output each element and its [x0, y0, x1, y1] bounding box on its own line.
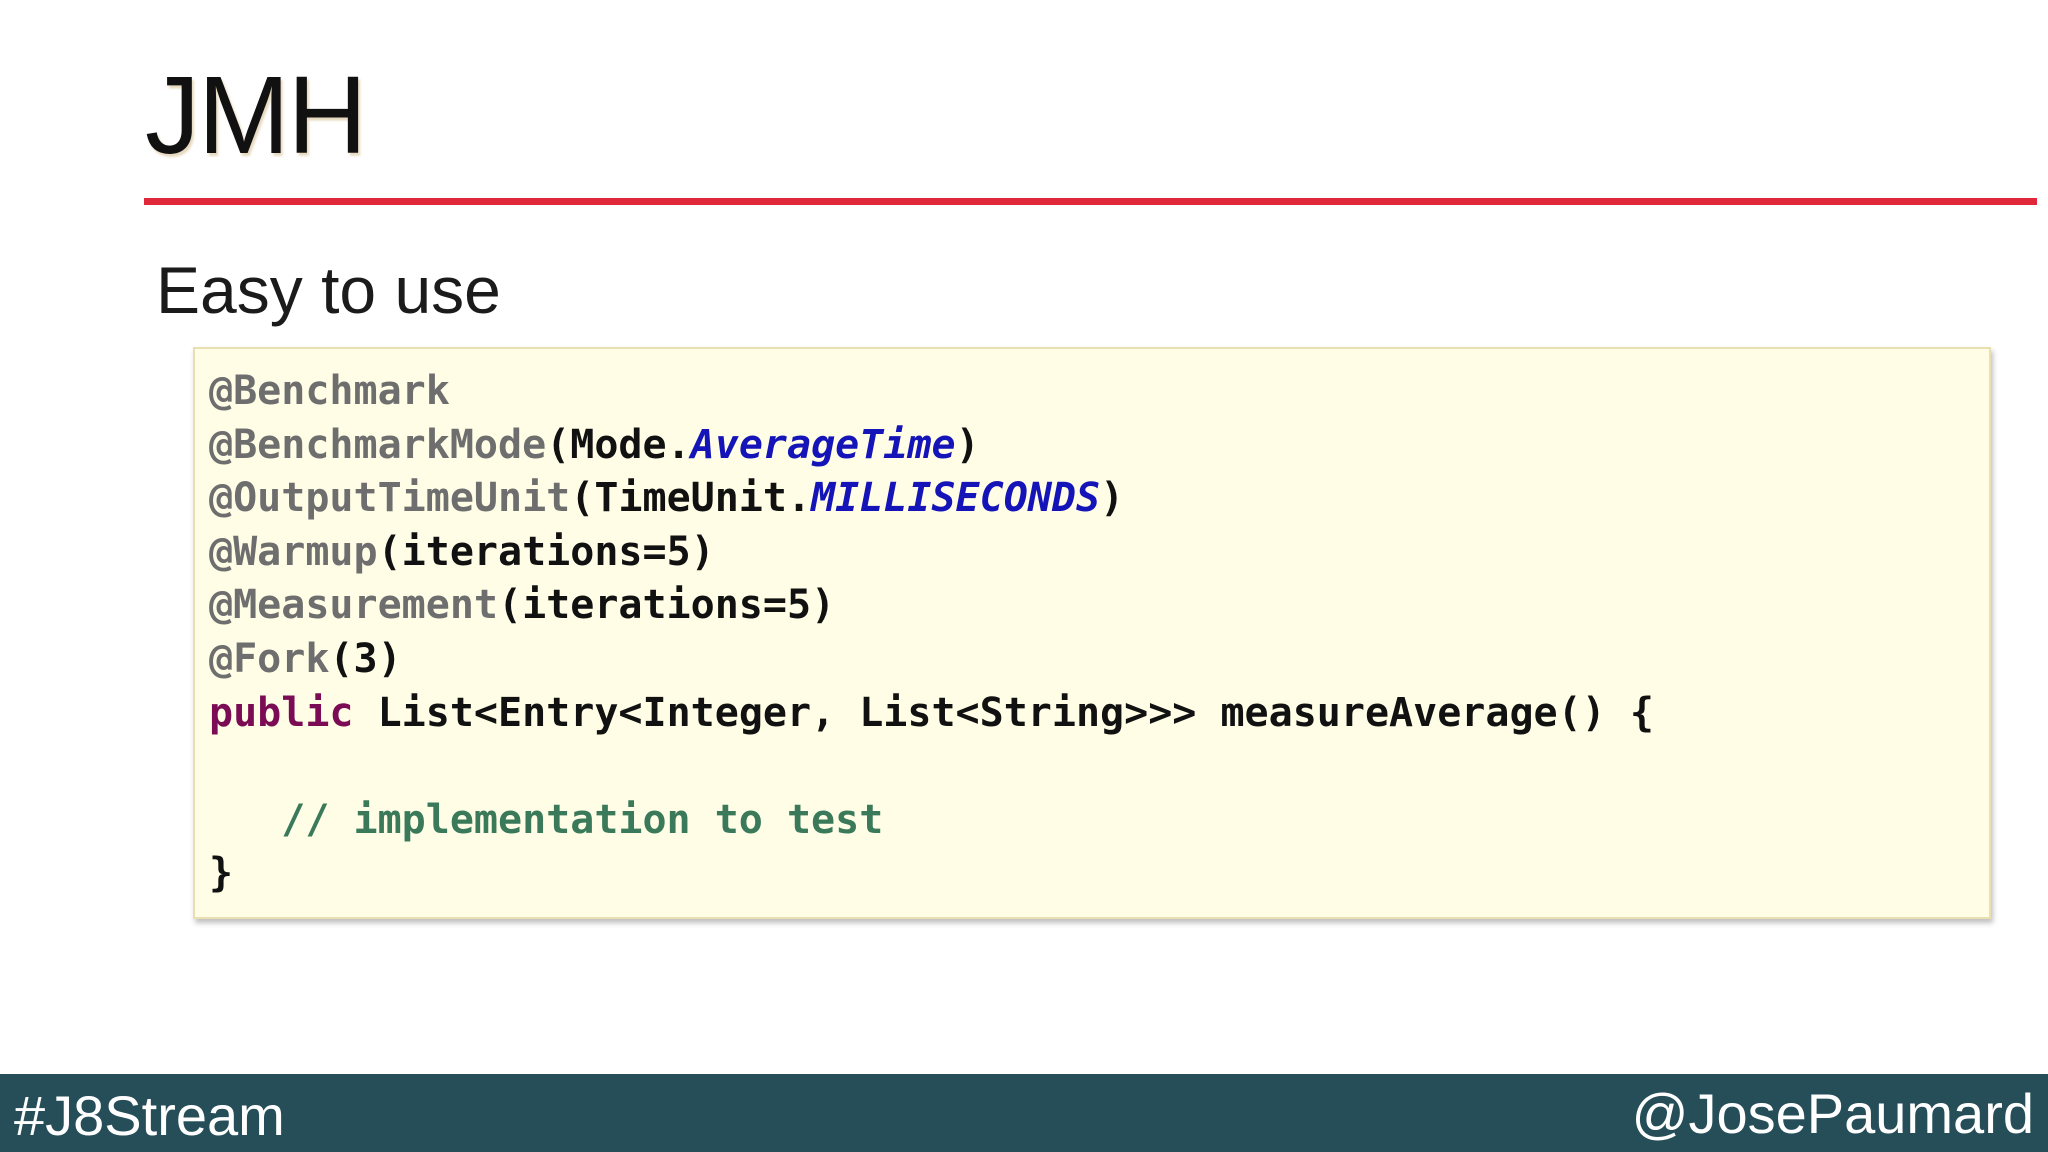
- code-line: @OutputTimeUnit(TimeUnit.MILLISECONDS): [209, 472, 1654, 526]
- code-token-plain: List<Entry<Integer, List<String>>> measu…: [353, 689, 1654, 736]
- code-token-plain: ): [955, 421, 980, 468]
- title-divider: [144, 198, 2037, 205]
- slide: JMH Easy to use @Benchmark @BenchmarkMode…: [0, 0, 2048, 1152]
- code-token-plain: }: [209, 850, 234, 897]
- slide-title: JMH: [145, 54, 367, 177]
- code-token-ann: @Measurement: [209, 582, 498, 629]
- code-token-const: AverageTime: [690, 421, 956, 468]
- code-line: @Warmup(iterations=5): [209, 526, 1654, 580]
- code-token-kw: public: [209, 689, 354, 736]
- footer-bar: #J8Stream @JosePaumard: [0, 1074, 2048, 1152]
- code-line: // implementation to test: [209, 794, 1654, 848]
- code-block: @Benchmark @BenchmarkMode(Mode.AverageTim…: [193, 347, 1991, 919]
- code-line: @BenchmarkMode(Mode.AverageTime): [209, 419, 1654, 473]
- code-line: @Benchmark: [209, 365, 1654, 419]
- slide-subtitle: Easy to use: [156, 253, 501, 327]
- code-token-ann: @OutputTimeUnit: [209, 475, 571, 522]
- footer-hashtag: #J8Stream: [14, 1084, 285, 1147]
- code-token-ann: @BenchmarkMode: [209, 421, 547, 468]
- footer-handle: @JosePaumard: [1631, 1082, 2034, 1145]
- code-token-ann: @Benchmark: [209, 368, 450, 414]
- code-token-ann: @Fork: [209, 635, 330, 682]
- code-token-plain: (Mode.: [546, 421, 691, 468]
- code-token-plain: ): [1100, 475, 1125, 522]
- code-line: @Fork(3): [209, 633, 1654, 687]
- code-token-const: MILLISECONDS: [811, 475, 1101, 522]
- code-line: @Measurement(iterations=5): [209, 579, 1654, 633]
- code-listing: @Benchmark @BenchmarkMode(Mode.AverageTim…: [209, 365, 1654, 901]
- code-token-plain: (TimeUnit.: [570, 475, 812, 522]
- code-token-plain: (iterations=5): [377, 528, 715, 575]
- code-token-plain: (3): [329, 635, 402, 682]
- code-token-plain: (iterations=5): [497, 582, 836, 629]
- code-token-ann: @Warmup: [209, 528, 378, 575]
- code-token-comment: // implementation to test: [209, 796, 884, 843]
- code-line: public List<Entry<Integer, List<String>>…: [209, 687, 1654, 741]
- code-line: }: [209, 847, 1654, 901]
